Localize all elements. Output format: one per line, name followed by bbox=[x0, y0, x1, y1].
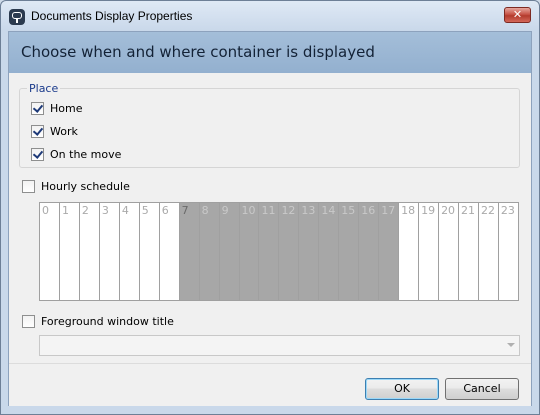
hour-cell-4[interactable]: 4 bbox=[120, 203, 140, 300]
hour-cell-12[interactable]: 12 bbox=[279, 203, 300, 300]
hour-label: 18 bbox=[401, 204, 416, 217]
hour-cell-20[interactable]: 20 bbox=[439, 203, 460, 300]
hour-label: 23 bbox=[500, 204, 515, 217]
page-title: Choose when and where container is displ… bbox=[21, 43, 375, 61]
hour-cell-9[interactable]: 9 bbox=[219, 203, 240, 300]
hour-label: 8 bbox=[201, 204, 209, 217]
hour-label: 5 bbox=[141, 204, 149, 217]
hourly-schedule-grid[interactable]: 0 1 2 3 4 5 6 7 8 9 10 11 12 13 14 15 16 17 18 19 20 21 22 23 bbox=[39, 202, 519, 301]
hour-label: 4 bbox=[121, 204, 129, 217]
checkbox-on-the-move[interactable]: On the move bbox=[31, 147, 121, 161]
hour-label: 16 bbox=[361, 204, 376, 217]
hour-cell-17[interactable]: 17 bbox=[379, 203, 400, 300]
hour-label: 15 bbox=[341, 204, 356, 217]
dialog-client-area: Choose when and where container is displ… bbox=[8, 31, 532, 406]
work-checkbox-box[interactable] bbox=[31, 124, 44, 138]
hour-cell-8[interactable]: 8 bbox=[199, 203, 220, 300]
hour-label: 3 bbox=[101, 204, 109, 217]
hour-label: 19 bbox=[421, 204, 436, 217]
hour-cell-18[interactable]: 18 bbox=[399, 203, 420, 300]
hour-cell-7[interactable]: 7 bbox=[179, 203, 200, 300]
dialog-footer: OK Cancel bbox=[9, 363, 531, 406]
hour-label: 10 bbox=[241, 204, 256, 217]
hourly-schedule-checkbox-box[interactable] bbox=[22, 179, 35, 193]
close-button[interactable]: ✕ bbox=[504, 7, 531, 23]
hour-label: 2 bbox=[81, 204, 89, 217]
hour-cell-1[interactable]: 1 bbox=[60, 203, 80, 300]
hour-label: 1 bbox=[61, 204, 69, 217]
hour-label: 17 bbox=[381, 204, 396, 217]
hour-cell-5[interactable]: 5 bbox=[140, 203, 160, 300]
hour-cell-3[interactable]: 3 bbox=[100, 203, 120, 300]
work-label: Work bbox=[50, 124, 78, 138]
foreground-window-title-checkbox-box[interactable] bbox=[22, 314, 35, 328]
hour-cell-16[interactable]: 16 bbox=[359, 203, 380, 300]
hour-label: 13 bbox=[301, 204, 316, 217]
place-caption: Place bbox=[27, 82, 61, 95]
on-the-move-label: On the move bbox=[50, 147, 122, 161]
hour-label: 22 bbox=[480, 204, 495, 217]
hour-label: 9 bbox=[221, 204, 229, 217]
hour-cell-11[interactable]: 11 bbox=[259, 203, 280, 300]
on-the-move-checkbox-box[interactable] bbox=[31, 147, 44, 161]
hour-label: 20 bbox=[441, 204, 456, 217]
hour-cell-15[interactable]: 15 bbox=[339, 203, 360, 300]
hour-cell-22[interactable]: 22 bbox=[479, 203, 499, 300]
foreground-window-title-label: Foreground window title bbox=[41, 314, 174, 328]
hour-cell-23[interactable]: 23 bbox=[499, 203, 518, 300]
header-banner: Choose when and where container is displ… bbox=[9, 32, 531, 73]
chevron-down-icon[interactable] bbox=[507, 343, 515, 347]
hour-cell-19[interactable]: 19 bbox=[419, 203, 440, 300]
hourly-schedule-label: Hourly schedule bbox=[41, 179, 130, 193]
hour-label: 7 bbox=[181, 204, 189, 217]
home-checkbox-box[interactable] bbox=[31, 101, 44, 115]
hour-label: 14 bbox=[321, 204, 336, 217]
window-title-combobox[interactable] bbox=[39, 335, 520, 356]
hour-label: 12 bbox=[281, 204, 296, 217]
hour-label: 6 bbox=[161, 204, 169, 217]
hour-cell-10[interactable]: 10 bbox=[239, 203, 260, 300]
chat-bubble-icon bbox=[9, 9, 25, 25]
hour-cell-6[interactable]: 6 bbox=[160, 203, 180, 300]
checkbox-foreground-window-title[interactable]: Foreground window title bbox=[22, 314, 174, 328]
hour-label: 11 bbox=[261, 204, 276, 217]
dialog-window: Documents Display Properties ✕ Choose wh… bbox=[0, 0, 540, 415]
checkbox-work[interactable]: Work bbox=[31, 124, 78, 138]
title-bar[interactable]: Documents Display Properties ✕ bbox=[1, 1, 539, 31]
hour-label: 21 bbox=[461, 204, 476, 217]
checkbox-hourly-schedule[interactable]: Hourly schedule bbox=[22, 179, 130, 193]
cancel-button[interactable]: Cancel bbox=[445, 378, 519, 400]
close-icon: ✕ bbox=[512, 8, 523, 21]
hour-cell-21[interactable]: 21 bbox=[459, 203, 479, 300]
hour-cell-13[interactable]: 13 bbox=[299, 203, 320, 300]
hour-cell-14[interactable]: 14 bbox=[319, 203, 340, 300]
ok-button[interactable]: OK bbox=[365, 378, 439, 400]
hour-cell-0[interactable]: 0 bbox=[40, 203, 60, 300]
hour-label: 0 bbox=[42, 204, 49, 217]
home-label: Home bbox=[50, 101, 83, 115]
hour-cell-2[interactable]: 2 bbox=[80, 203, 100, 300]
checkbox-home[interactable]: Home bbox=[31, 101, 82, 115]
window-title: Documents Display Properties bbox=[31, 9, 193, 23]
